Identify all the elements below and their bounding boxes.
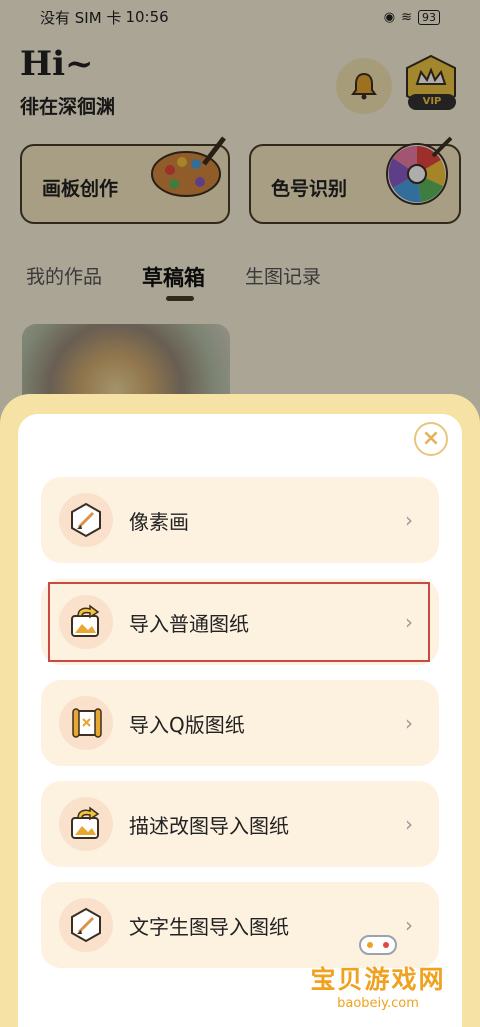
option-label: 导入Q版图纸 <box>129 712 245 737</box>
close-button[interactable]: × <box>414 422 448 456</box>
option-icon-bg <box>59 696 113 750</box>
option-pixel-art[interactable]: 像素画 › <box>41 477 439 563</box>
watermark-url: baobeiy.com <box>337 996 419 1011</box>
chevron-right-icon: › <box>405 711 413 735</box>
option-icon-bg <box>59 493 113 547</box>
watermark: 宝贝游戏网 baobeiy.com <box>298 930 458 1011</box>
option-label: 描述改图导入图纸 <box>129 813 289 838</box>
gamepad-icon <box>359 935 397 955</box>
option-label: 像素画 <box>129 509 189 534</box>
brush-icon <box>71 502 101 538</box>
option-icon-bg <box>59 797 113 851</box>
selection-highlight-box <box>48 582 430 662</box>
option-icon-bg <box>59 898 113 952</box>
chevron-right-icon: › <box>405 812 413 836</box>
option-import-q-version[interactable]: 导入Q版图纸 › <box>41 680 439 766</box>
watermark-title: 宝贝游戏网 <box>310 965 446 994</box>
brush-icon <box>71 907 101 943</box>
image-import-icon <box>71 806 100 839</box>
scroll-icon <box>72 708 102 738</box>
chevron-right-icon: › <box>405 508 413 532</box>
option-describe-edit-import[interactable]: 描述改图导入图纸 › <box>41 781 439 867</box>
